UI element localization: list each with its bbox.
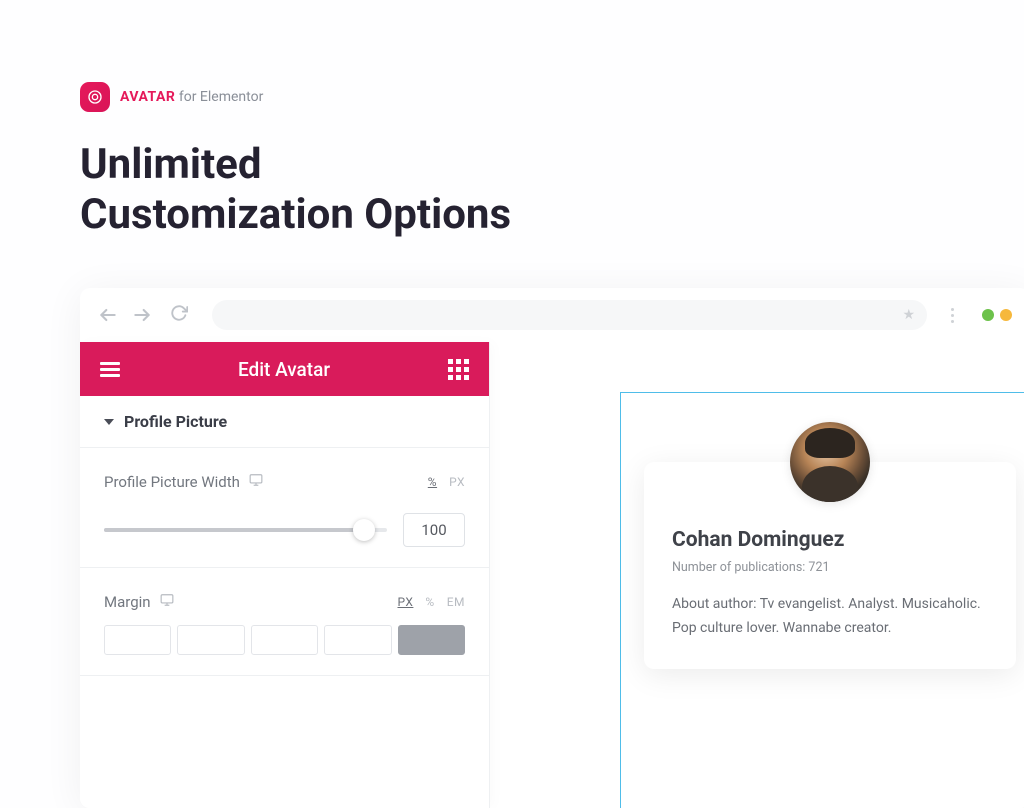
slider-thumb[interactable] xyxy=(353,519,375,541)
unit-selector[interactable]: PX % EM xyxy=(397,595,465,609)
brand-sub: for Elementor xyxy=(175,89,263,105)
bookmark-star-icon[interactable]: ★ xyxy=(902,307,915,323)
unit-percent[interactable]: % xyxy=(425,595,434,609)
traffic-dot-yellow[interactable] xyxy=(1000,309,1012,321)
brand-icon xyxy=(80,82,110,112)
author-meta: Number of publications: 721 xyxy=(672,560,988,575)
chevron-down-icon xyxy=(104,419,114,425)
brand-strong: AVATAR xyxy=(120,89,175,105)
browser-menu-button[interactable] xyxy=(951,308,954,323)
window-traffic-lights xyxy=(982,309,1012,321)
browser-window: ★ Edit Avatar Profile Picture Profile Pi… xyxy=(80,288,1024,808)
section-label: Profile Picture xyxy=(124,412,227,431)
menu-hamburger-icon[interactable] xyxy=(100,362,120,377)
panel-header: Edit Avatar xyxy=(80,342,489,396)
margin-link-toggle[interactable] xyxy=(398,625,465,655)
title-line-1: Unlimited xyxy=(80,140,262,189)
back-button[interactable] xyxy=(98,305,118,325)
width-value-input[interactable]: 100 xyxy=(403,513,465,547)
margin-bottom-input[interactable] xyxy=(251,625,318,655)
margin-top-input[interactable] xyxy=(104,625,171,655)
control-label: Margin xyxy=(104,593,151,611)
brand-text: AVATAR for Elementor xyxy=(120,89,263,105)
margin-inputs xyxy=(104,625,465,655)
panel-title: Edit Avatar xyxy=(238,358,330,381)
browser-toolbar: ★ xyxy=(80,288,1024,342)
reload-button[interactable] xyxy=(170,304,188,326)
section-toggle-profile-picture[interactable]: Profile Picture xyxy=(80,396,489,448)
avatar xyxy=(790,422,870,502)
unit-percent[interactable]: % xyxy=(428,475,437,489)
author-card: Cohan Dominguez Number of publications: … xyxy=(644,462,1016,669)
margin-right-input[interactable] xyxy=(177,625,244,655)
unit-selector[interactable]: % PX xyxy=(428,475,465,489)
device-desktop-icon[interactable] xyxy=(248,472,264,491)
unit-px[interactable]: PX xyxy=(397,595,413,609)
traffic-dot-green[interactable] xyxy=(982,309,994,321)
control-label: Profile Picture Width xyxy=(104,473,240,491)
title-line-2: Customization Options xyxy=(80,190,511,239)
author-bio: About author: Tv evangelist. Analyst. Mu… xyxy=(672,593,988,641)
control-profile-picture-width: Profile Picture Width % PX xyxy=(80,448,489,568)
apps-grid-icon[interactable] xyxy=(448,359,469,380)
forward-button[interactable] xyxy=(132,305,152,325)
author-name: Cohan Dominguez xyxy=(672,528,988,552)
brand-row: AVATAR for Elementor xyxy=(80,82,944,112)
width-slider[interactable] xyxy=(104,528,387,532)
unit-em[interactable]: EM xyxy=(447,595,465,609)
url-bar[interactable]: ★ xyxy=(212,300,927,330)
page-title: Unlimited Customization Options xyxy=(80,140,944,241)
device-desktop-icon[interactable] xyxy=(159,592,175,611)
unit-px[interactable]: PX xyxy=(449,475,465,489)
control-margin: Margin PX % EM xyxy=(80,568,489,676)
margin-left-input[interactable] xyxy=(324,625,391,655)
editor-sidebar: Edit Avatar Profile Picture Profile Pict… xyxy=(80,342,490,808)
